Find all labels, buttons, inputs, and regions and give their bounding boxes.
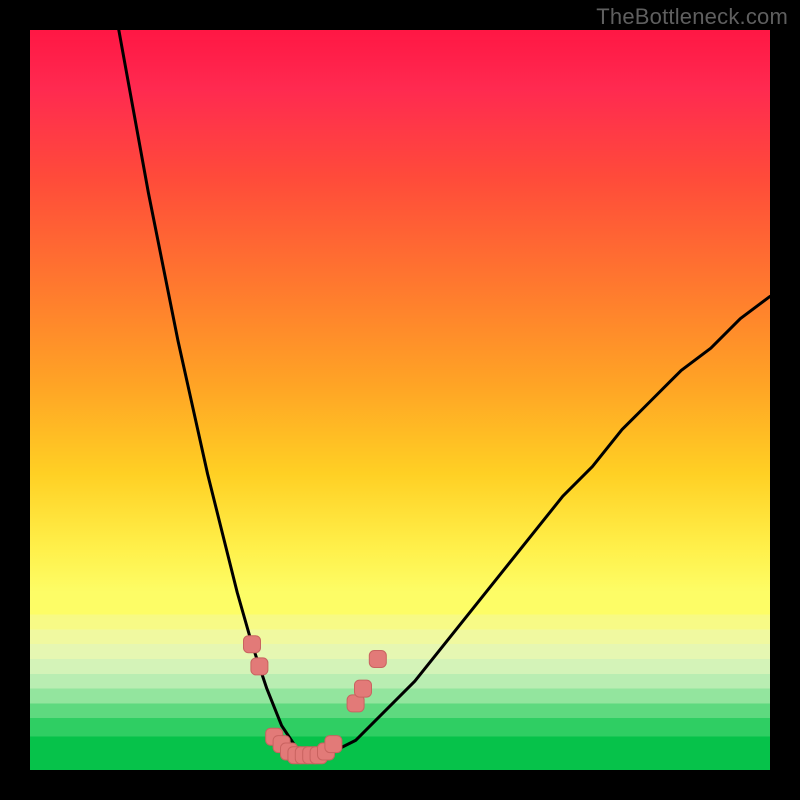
chart-svg: [30, 30, 770, 770]
curve-marker: [244, 636, 261, 653]
watermark-text: TheBottleneck.com: [596, 4, 788, 30]
curve-marker: [369, 651, 386, 668]
curve-marker: [355, 680, 372, 697]
outer-frame: TheBottleneck.com: [0, 0, 800, 800]
curve-marker: [251, 658, 268, 675]
bottleneck-curve-path: [119, 30, 770, 755]
plot-area: [30, 30, 770, 770]
curve-marker: [325, 736, 342, 753]
bottleneck-curve: [119, 30, 770, 755]
marker-group: [244, 636, 387, 764]
